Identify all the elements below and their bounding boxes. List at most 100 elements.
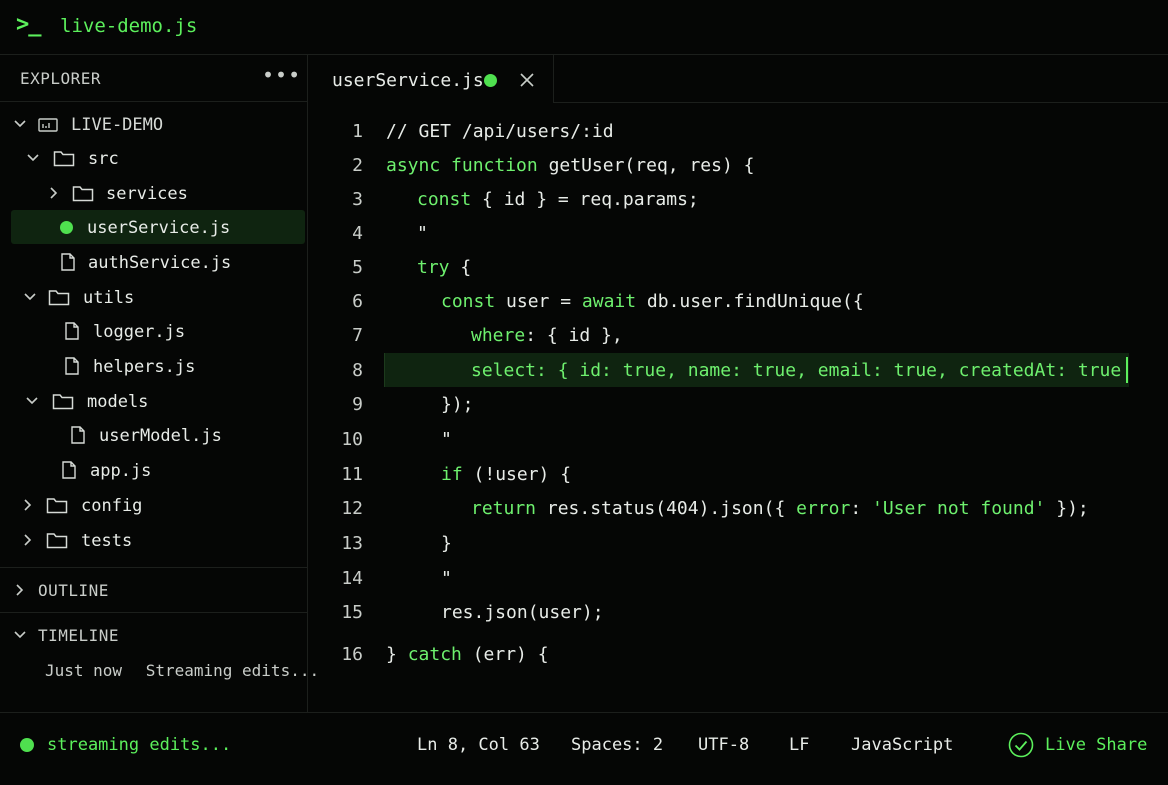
chevron-right-icon — [50, 187, 58, 199]
code-text: where: { id }, — [471, 325, 623, 346]
tree-item-label: models — [87, 392, 149, 412]
tree-item-label: helpers.js — [93, 357, 196, 377]
folder-icon — [46, 533, 68, 549]
folder-icon — [72, 186, 94, 202]
tree-item-services[interactable]: services — [0, 176, 307, 210]
folder-icon — [48, 290, 70, 306]
line-number: 14 — [341, 568, 363, 589]
language-mode[interactable]: JavaScript — [851, 735, 953, 755]
timeline-time: Just now — [45, 661, 123, 680]
code-line[interactable]: 4 " — [308, 216, 1168, 250]
code-line[interactable]: 6 const user = await db.user.findUnique({ — [308, 284, 1168, 318]
file-icon — [62, 461, 76, 479]
more-actions-icon[interactable]: ••• — [262, 63, 301, 87]
live-share-check-icon[interactable] — [1008, 732, 1034, 758]
code-line[interactable]: 1 // GET /api/users/:id — [308, 114, 1168, 148]
folder-icon — [53, 151, 75, 167]
code-text: select: { id: true, name: true, email: t… — [471, 360, 1122, 381]
code-line[interactable]: 10 " — [308, 422, 1168, 456]
code-editor[interactable]: 1 // GET /api/users/:id 2 async function ge… — [308, 103, 1168, 712]
chevron-down-icon — [27, 154, 39, 162]
tree-item-live-demo[interactable]: LIVE-DEMO — [0, 107, 307, 141]
tab-label: userService.js — [332, 70, 484, 91]
tree-item-src[interactable]: src — [0, 141, 307, 175]
timeline-entry[interactable]: Just now Streaming edits... — [45, 661, 319, 680]
terminal-prompt-icon: >_ — [16, 12, 41, 37]
outline-section-header[interactable]: OUTLINE — [0, 567, 307, 612]
line-number: 7 — [352, 325, 363, 346]
line-number: 5 — [352, 257, 363, 278]
tree-item-models[interactable]: models — [0, 384, 307, 418]
tree-item-helpers[interactable]: helpers.js — [0, 349, 307, 383]
line-number: 10 — [341, 429, 363, 450]
close-icon[interactable] — [519, 72, 535, 88]
tree-item-label: LIVE-DEMO — [71, 115, 164, 135]
code-line[interactable]: 5 try { — [308, 250, 1168, 284]
status-bar: streaming edits... Ln 8, Col 63 Spaces: … — [0, 712, 1168, 785]
tree-item-app[interactable]: app.js — [0, 453, 307, 487]
code-line[interactable]: 8 select: { id: true, name: true, email: … — [308, 353, 1168, 387]
code-line[interactable]: 7 where: { id }, — [308, 318, 1168, 352]
line-number: 3 — [352, 189, 363, 210]
outline-title: OUTLINE — [38, 581, 109, 600]
tree-item-config[interactable]: config — [0, 488, 307, 522]
tree-item-logger[interactable]: logger.js — [0, 314, 307, 348]
tab-userservice[interactable]: userService.js — [308, 55, 554, 103]
tree-item-tests[interactable]: tests — [0, 523, 307, 557]
project-icon — [38, 118, 58, 132]
code-text: async function getUser(req, res) { — [386, 155, 755, 176]
tree-item-label: userModel.js — [99, 426, 222, 446]
file-icon — [65, 322, 79, 340]
file-icon — [65, 357, 79, 375]
line-ending[interactable]: LF — [789, 735, 809, 755]
code-text: " — [417, 223, 428, 244]
tree-item-usermodel[interactable]: userModel.js — [0, 418, 307, 452]
code-text: res.json(user); — [441, 602, 604, 623]
chevron-right-icon — [24, 499, 32, 511]
code-line[interactable]: 11 if (!user) { — [308, 457, 1168, 491]
modified-dot-icon — [484, 74, 497, 87]
modified-dot-icon — [60, 221, 73, 234]
chevron-down-icon — [24, 293, 36, 301]
tree-item-label: authService.js — [88, 253, 232, 273]
code-text: if (!user) { — [441, 464, 572, 485]
chevron-down-icon — [14, 631, 26, 639]
folder-icon — [46, 498, 68, 514]
code-text: const user = await db.user.findUnique({ — [441, 291, 864, 312]
file-icon — [71, 426, 85, 444]
chevron-right-icon — [16, 584, 24, 596]
editor-window: >_ live-demo.js EXPLORER ••• LIVE-DEMO s… — [0, 0, 1168, 784]
tree-item-label: logger.js — [93, 322, 186, 342]
code-line[interactable]: 9}); — [308, 387, 1168, 421]
timeline-section-header[interactable]: TIMELINE — [0, 612, 307, 657]
encoding[interactable]: UTF-8 — [698, 735, 749, 755]
tree-item-label: app.js — [90, 461, 152, 481]
tree-item-utils[interactable]: utils — [0, 280, 307, 314]
tab-bar: userService.js — [308, 55, 1168, 103]
code-line[interactable]: 16} catch (err) { — [308, 637, 1168, 671]
line-number: 6 — [352, 291, 363, 312]
file-icon — [61, 253, 75, 271]
code-text: // GET /api/users/:id — [386, 121, 614, 142]
tree-item-label: userService.js — [87, 218, 231, 238]
line-number: 4 — [352, 223, 363, 244]
cursor-position[interactable]: Ln 8, Col 63 — [417, 735, 540, 755]
streaming-status-dot-icon — [20, 738, 34, 752]
streaming-status: streaming edits... — [47, 735, 232, 755]
line-number: 16 — [341, 644, 363, 665]
indentation[interactable]: Spaces: 2 — [571, 735, 663, 755]
tree-item-userservice[interactable]: userService.js — [11, 210, 305, 244]
code-line[interactable]: 13} — [308, 526, 1168, 560]
tree-item-authservice[interactable]: authService.js — [0, 245, 307, 279]
tree-item-label: services — [106, 184, 188, 204]
line-number: 12 — [341, 498, 363, 519]
live-share-button[interactable]: Live Share — [1045, 735, 1147, 755]
code-line[interactable]: 14 " — [308, 561, 1168, 595]
text-cursor — [1126, 357, 1128, 383]
code-line[interactable]: 2 async function getUser(req, res) { — [308, 148, 1168, 182]
code-line[interactable]: 12 return res.status(404).json({ error: '… — [308, 491, 1168, 525]
folder-icon — [52, 394, 74, 410]
code-line[interactable]: 15 res.json(user); — [308, 595, 1168, 629]
line-number: 13 — [341, 533, 363, 554]
code-line[interactable]: 3 const { id } = req.params; — [308, 182, 1168, 216]
